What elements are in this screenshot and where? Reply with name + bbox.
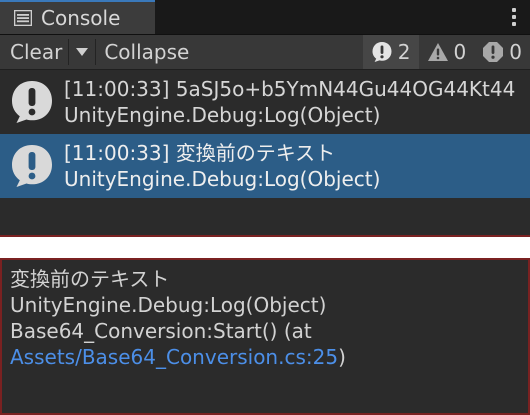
tab-label: Console — [41, 6, 121, 30]
detail-message: 変換前のテキスト — [10, 267, 170, 291]
info-speech-icon — [372, 42, 392, 62]
error-toggle[interactable]: 0 — [474, 35, 530, 69]
clear-options-dropdown[interactable] — [69, 35, 95, 69]
error-count: 0 — [509, 40, 522, 64]
warning-triangle-icon — [427, 43, 448, 61]
log-entry-stack: UnityEngine.Debug:Log(Object) — [64, 167, 381, 191]
clear-button[interactable]: Clear — [0, 35, 68, 69]
error-octagon-icon — [483, 42, 504, 62]
info-speech-icon — [0, 134, 64, 198]
warning-count: 0 — [453, 40, 467, 64]
detail-source-line: Assets/Base64_Conversion.cs:25) — [10, 344, 520, 370]
console-toolbar: Clear Collapse 2 0 0 — [0, 35, 530, 70]
source-file-link[interactable]: Assets/Base64_Conversion.cs:25 — [10, 345, 338, 369]
warning-toggle[interactable]: 0 — [419, 35, 475, 69]
log-entry-stack: UnityEngine.Debug:Log(Object) — [64, 103, 381, 127]
log-entry-message: [11:00:33] 変換前のテキスト — [64, 141, 336, 165]
detail-link-suffix: ) — [338, 345, 346, 369]
console-list-icon — [14, 10, 32, 26]
info-toggle[interactable]: 2 — [362, 35, 419, 69]
tab-bar: Console — [0, 0, 530, 35]
log-entry-text: [11:00:33] 5aSJ5o+b5YmN44Gu44OG44Kt44 Un… — [64, 76, 515, 128]
chevron-down-icon — [76, 48, 89, 56]
tab-console[interactable]: Console — [0, 0, 155, 34]
console-panel: Console Clear Collapse 2 0 0 [11:00:33] … — [0, 0, 530, 237]
info-speech-icon — [0, 70, 64, 134]
detail-stack-line: UnityEngine.Debug:Log(Object) — [10, 293, 327, 317]
log-entry[interactable]: [11:00:33] 5aSJ5o+b5YmN44Gu44OG44Kt44 Un… — [0, 70, 530, 134]
collapse-button[interactable]: Collapse — [96, 35, 197, 69]
log-entry-message: [11:00:33] 5aSJ5o+b5YmN44Gu44OG44Kt44 — [64, 77, 516, 101]
detail-stack-line: Base64_Conversion:Start() (at — [10, 319, 312, 343]
log-counters: 2 0 0 — [362, 35, 530, 69]
log-entry-text: [11:00:33] 変換前のテキスト UnityEngine.Debug:Lo… — [64, 140, 380, 192]
log-detail-pane: 変換前のテキスト UnityEngine.Debug:Log(Object) B… — [0, 258, 530, 415]
more-options-icon[interactable] — [512, 8, 516, 26]
info-count: 2 — [397, 40, 411, 64]
log-entry-selected[interactable]: [11:00:33] 変換前のテキスト UnityEngine.Debug:Lo… — [0, 134, 530, 198]
